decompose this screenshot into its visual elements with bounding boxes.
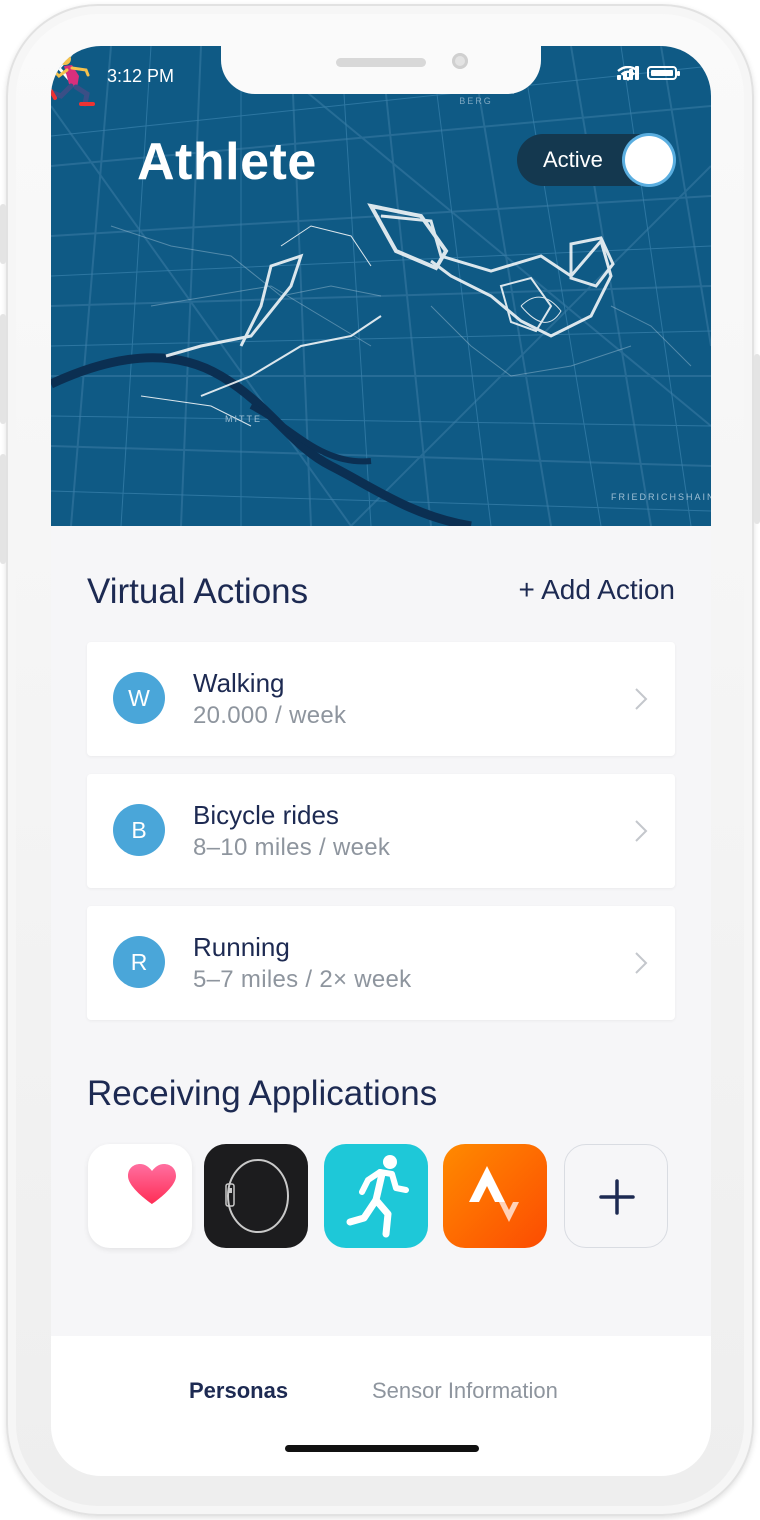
active-toggle-label: Active — [543, 147, 603, 172]
health-app-button[interactable] — [88, 1144, 192, 1248]
add-application-button[interactable] — [564, 1144, 668, 1248]
watch-icon — [225, 1159, 289, 1233]
action-detail: 20.000 / week — [193, 702, 347, 729]
active-toggle[interactable]: Active — [517, 134, 675, 186]
map-label-friedrichshain: FRIEDRICHSHAIN — [611, 492, 711, 502]
toggle-knob — [625, 136, 673, 184]
battery-icon — [647, 66, 680, 80]
screen: PRENZLAUER BERG MITTE FRIEDRICHSHAIN 3:1… — [51, 46, 711, 1476]
mute-switch — [0, 204, 6, 264]
watch-app-button[interactable] — [204, 1144, 308, 1248]
action-avatar: W — [113, 672, 165, 724]
notch — [221, 46, 541, 94]
action-detail: 5–7 miles / 2× week — [193, 966, 412, 993]
home-indicator[interactable] — [285, 1445, 479, 1452]
receiving-applications-title: Receiving Applications — [87, 1074, 438, 1113]
virtual-actions-title: Virtual Actions — [87, 572, 309, 611]
strava-icon — [469, 1166, 519, 1222]
volume-down-button — [0, 454, 6, 564]
camera — [452, 53, 468, 69]
map-graphic — [51, 46, 711, 526]
tab-sensor-information[interactable]: Sensor Information — [372, 1378, 558, 1404]
wifi-icon — [617, 66, 639, 81]
action-name: Bicycle rides — [193, 800, 339, 830]
runner-emoji-icon — [51, 53, 95, 107]
map-label-mitte: MITTE — [225, 414, 262, 424]
action-card-running[interactable]: R Running 5–7 miles / 2× week — [87, 906, 675, 1020]
tab-bar: Personas Sensor Information — [51, 1336, 711, 1476]
speaker — [336, 58, 426, 67]
chevron-right-icon — [635, 688, 648, 710]
action-card-walking[interactable]: W Walking 20.000 / week — [87, 642, 675, 756]
power-button — [754, 354, 760, 524]
activity-map: PRENZLAUER BERG MITTE FRIEDRICHSHAIN 3:1… — [51, 46, 711, 526]
action-name: Walking — [193, 668, 285, 698]
plus-icon — [599, 1179, 635, 1215]
action-avatar: B — [113, 804, 165, 856]
action-card-bicycle[interactable]: B Bicycle rides 8–10 miles / week — [87, 774, 675, 888]
runner-app-icon — [346, 1155, 409, 1238]
running-app-button[interactable] — [324, 1144, 428, 1248]
status-icons — [617, 66, 680, 81]
health-heart-icon — [128, 1164, 176, 1204]
add-action-button[interactable]: + Add Action — [519, 574, 675, 606]
action-avatar: R — [113, 936, 165, 988]
page-title: Athlete — [137, 133, 317, 191]
tab-personas[interactable]: Personas — [189, 1378, 288, 1404]
action-name: Running — [193, 932, 290, 962]
status-time: 3:12 PM — [107, 66, 175, 86]
volume-up-button — [0, 314, 6, 424]
chevron-right-icon — [635, 952, 648, 974]
action-detail: 8–10 miles / week — [193, 834, 391, 861]
strava-app-button[interactable] — [443, 1144, 547, 1248]
chevron-right-icon — [635, 820, 648, 842]
